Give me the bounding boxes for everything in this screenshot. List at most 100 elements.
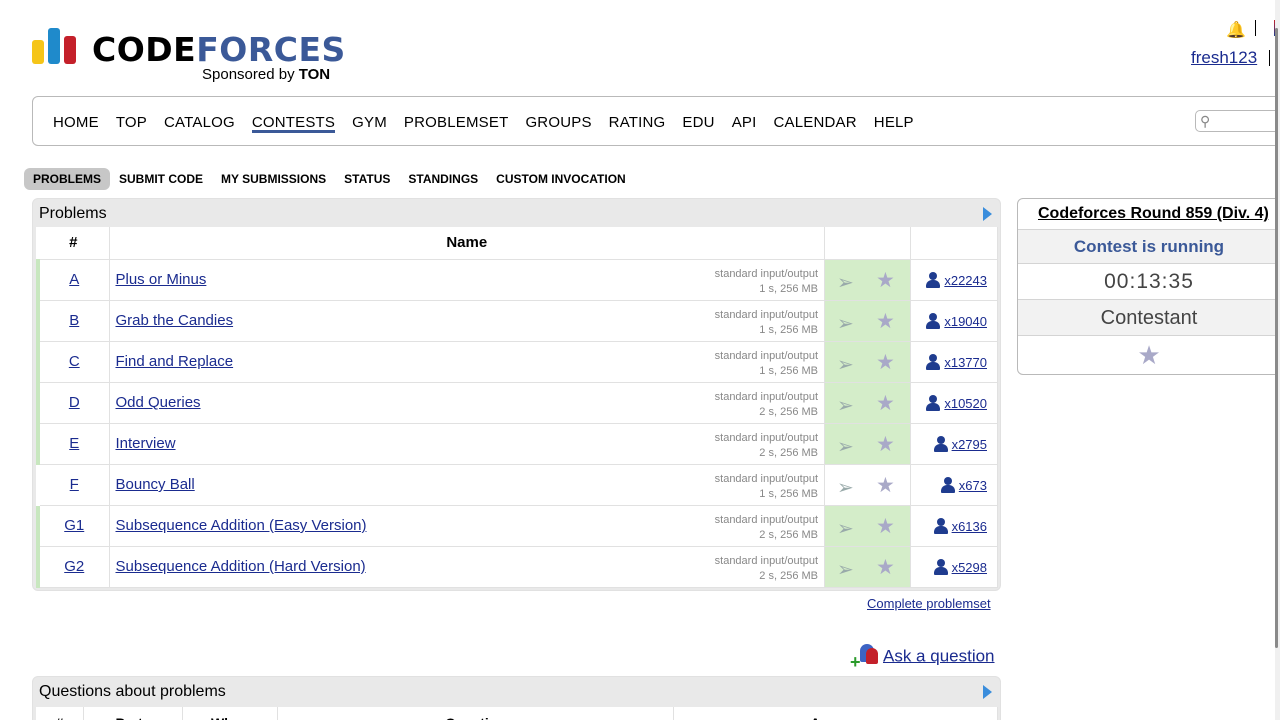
problem-index-link[interactable]: C [69,353,80,370]
problem-name-link[interactable]: Odd Queries [116,394,201,411]
menu-item-gym[interactable]: GYM [352,113,387,133]
page-scrollbar-thumb[interactable] [1275,28,1278,648]
problem-name-link[interactable]: Bouncy Ball [116,476,195,493]
favourite-star-icon[interactable]: ★ [876,309,895,334]
solved-count-link[interactable]: x673 [959,478,987,493]
favourite-star-icon[interactable]: ★ [876,473,895,498]
submenu-custom-invocation[interactable]: CUSTOM INVOCATION [487,168,635,190]
contest-name-link[interactable]: Codeforces Round 859 (Div. 4) [1018,199,1280,229]
participant-role: Contestant [1018,299,1280,335]
menu-item-contests[interactable]: CONTESTS [251,113,336,133]
problem-name-link[interactable]: Interview [116,435,176,452]
user-icon [933,435,948,452]
submenu-problems[interactable]: PROBLEMS [24,168,111,190]
submenu-status[interactable]: STATUS [335,168,399,190]
username-link[interactable]: fresh123 [1191,48,1257,68]
notification-bell-icon[interactable]: 🔔 [1226,20,1246,40]
problem-name-cell: Subsequence Addition (Hard Version) stand… [109,546,825,588]
favourite-star-icon[interactable]: ★ [1018,335,1280,374]
table-row: B Grab the Candies standard input/output 1 … [36,300,998,342]
user-icon [926,353,941,370]
user-icon [926,312,941,329]
problem-limits: standard input/output 2 s, 256 MB [714,390,818,418]
questions-title: Questions about problems [39,683,226,700]
menu-item-problemset[interactable]: PROBLEMSET [404,113,509,133]
solved-count-link[interactable]: x19040 [944,314,987,329]
ask-question[interactable]: + Ask a question [850,644,995,671]
ask-question-link[interactable]: Ask a question [883,646,995,665]
header-separator [1255,20,1256,36]
submit-icon[interactable]: ➢ [837,434,854,459]
submit-icon[interactable]: ➢ [837,516,854,541]
menu-item-rating[interactable]: RATING [609,113,666,133]
problem-index-link[interactable]: A [69,271,79,288]
search-input[interactable]: ⚲ [1195,110,1280,132]
favourite-star-icon[interactable]: ★ [876,432,895,457]
problem-actions: ➢ ★ [824,423,911,465]
problem-name-link[interactable]: Find and Replace [116,353,234,370]
contest-sidebar: Codeforces Round 859 (Div. 4) Contest is… [1017,198,1280,375]
problem-name-link[interactable]: Grab the Candies [116,312,234,329]
menu-item-api[interactable]: API [732,113,757,133]
problem-name-link[interactable]: Subsequence Addition (Hard Version) [116,558,366,575]
problem-limits: standard input/output 2 s, 256 MB [714,431,818,459]
favourite-star-icon[interactable]: ★ [876,555,895,580]
favourite-star-icon[interactable]: ★ [876,391,895,416]
favourite-star-icon[interactable]: ★ [876,268,895,293]
submenu-standings[interactable]: STANDINGS [399,168,487,190]
problem-index-link[interactable]: F [70,476,79,493]
problem-index: F [36,464,110,506]
solved-count-cell: x13770 [910,341,998,383]
menu-item-catalog[interactable]: CATALOG [164,113,235,133]
problem-limits: standard input/output 1 s, 256 MB [714,349,818,377]
problems-title: Problems [39,205,107,222]
submit-icon[interactable]: ➢ [837,393,854,418]
ask-question-icon: + [850,644,878,671]
codeforces-logo[interactable]: CODEFORCES Sponsored by TON [32,28,352,84]
questions-column-answer: Answer [674,707,998,720]
menu-item-calendar[interactable]: CALENDAR [773,113,856,133]
submenu-my-submissions[interactable]: MY SUBMISSIONS [212,168,335,190]
problem-index: B [36,300,110,342]
solved-count-link[interactable]: x6136 [952,519,987,534]
menu-item-groups[interactable]: GROUPS [525,113,591,133]
solved-count-link[interactable]: x13770 [944,355,987,370]
solved-count-cell: x2795 [910,423,998,465]
submit-icon[interactable]: ➢ [837,270,854,295]
submenu-submit-code[interactable]: SUBMIT CODE [110,168,212,190]
table-row: G2 Subsequence Addition (Hard Version) sta… [36,546,998,588]
problem-index-link[interactable]: B [69,312,79,329]
solved-count-link[interactable]: x10520 [944,396,987,411]
problem-name-link[interactable]: Plus or Minus [116,271,207,288]
solved-count-cell: x673 [910,464,998,506]
favourite-star-icon[interactable]: ★ [876,350,895,375]
submit-icon[interactable]: ➢ [837,352,854,377]
menu-item-help[interactable]: HELP [874,113,914,133]
problem-index-link[interactable]: D [69,394,80,411]
problem-index-link[interactable]: E [69,435,79,452]
solved-count-link[interactable]: x22243 [944,273,987,288]
menu-item-top[interactable]: TOP [116,113,147,133]
submit-icon[interactable]: ➢ [837,475,854,500]
collapse-arrow-icon[interactable] [983,207,992,221]
problem-actions: ➢ ★ [824,505,911,547]
menu-item-home[interactable]: HOME [53,113,99,133]
problem-index-link[interactable]: G1 [64,517,84,534]
solved-count-link[interactable]: x2795 [952,437,987,452]
solved-count-link[interactable]: x5298 [952,560,987,575]
menu-item-edu[interactable]: EDU [682,113,714,133]
column-name: Name [109,227,825,260]
favourite-star-icon[interactable]: ★ [876,514,895,539]
problem-limits: standard input/output 2 s, 256 MB [714,554,818,582]
questions-collapse-arrow-icon[interactable] [983,685,992,699]
problem-name-link[interactable]: Subsequence Addition (Easy Version) [116,517,367,534]
submit-icon[interactable]: ➢ [837,311,854,336]
problem-index: D [36,382,110,424]
questions-table-header: #PartyWhenQuestionAnswer [36,707,998,720]
complete-problemset-link[interactable]: Complete problemset [867,596,991,611]
problem-actions: ➢ ★ [824,259,911,301]
solved-count-cell: x19040 [910,300,998,342]
problem-index-link[interactable]: G2 [64,558,84,575]
submit-icon[interactable]: ➢ [837,557,854,582]
problem-index: C [36,341,110,383]
